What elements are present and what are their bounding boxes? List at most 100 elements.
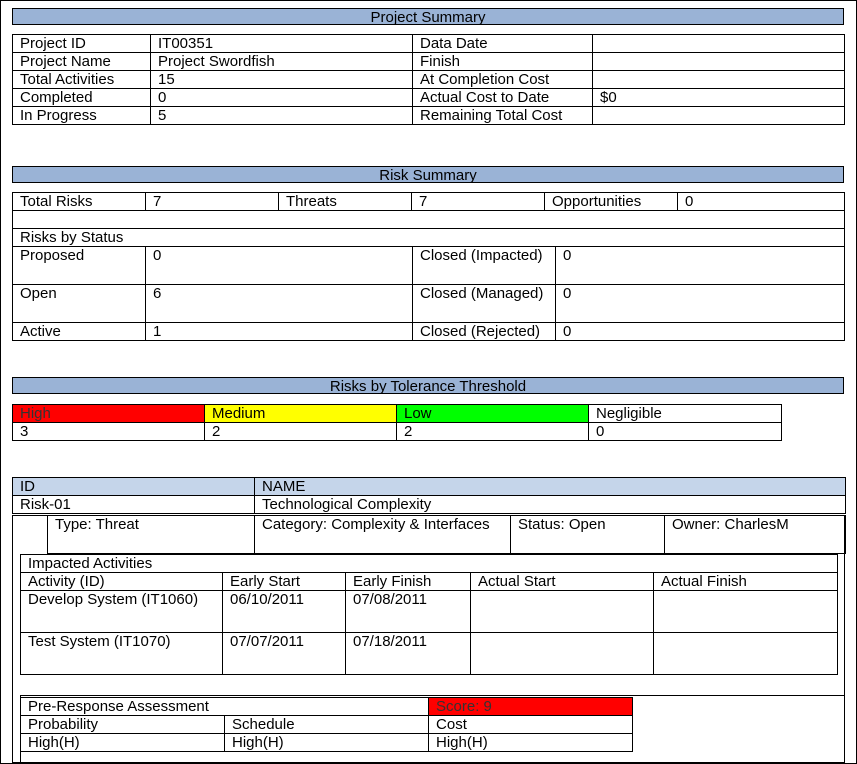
row-value xyxy=(592,70,845,89)
tolerance-medium-value: 2 xyxy=(204,422,397,441)
assessment-header: Schedule xyxy=(223,715,430,734)
activity-cell xyxy=(652,632,839,675)
risk-id: Risk-01 xyxy=(12,495,255,514)
row-value xyxy=(592,106,845,125)
report-page: Project Summary Project ID IT00351 Data … xyxy=(0,0,857,764)
activity-cell: 06/10/2011 xyxy=(222,590,346,633)
status-value: 6 xyxy=(145,284,413,323)
table-row: High(H) High(H) High(H) xyxy=(20,733,634,752)
tolerance-table: High Medium Low Negligible 3 2 2 0 xyxy=(12,404,782,441)
row-value: 15 xyxy=(150,70,413,89)
column-header: Activity (ID) xyxy=(20,572,223,591)
table-row: ID NAME xyxy=(12,477,846,496)
activity-cell: Develop System (IT1060) xyxy=(20,590,223,633)
risk-category: Category: Complexity & Interfaces xyxy=(254,515,511,554)
row-label: At Completion Cost xyxy=(412,70,593,89)
assessment-header: Probability xyxy=(20,715,225,734)
score-badge: Score: 9 xyxy=(428,697,634,716)
status-value: 0 xyxy=(145,246,413,285)
threats-value: 7 xyxy=(411,192,545,211)
id-column-header: ID xyxy=(12,477,255,496)
risks-by-status-label: Risks by Status xyxy=(12,228,845,247)
status-label: Closed (Impacted) xyxy=(412,246,556,285)
tolerance-low-label: Low xyxy=(396,404,589,423)
row-value: 5 xyxy=(150,106,413,125)
table-row xyxy=(12,210,845,229)
total-risks-value: 7 xyxy=(145,192,279,211)
impacted-activities-table: Impacted Activities Activity (ID) Early … xyxy=(19,554,839,675)
table-row: Project ID IT00351 Data Date xyxy=(12,34,845,53)
assessment-value: High(H) xyxy=(20,733,225,752)
table-row: Proposed 0 Closed (Impacted) 0 xyxy=(12,246,845,285)
activity-cell xyxy=(652,590,839,633)
row-label: Finish xyxy=(412,52,593,71)
opportunities-label: Opportunities xyxy=(544,192,678,211)
row-label: Total Activities xyxy=(12,70,151,89)
table-row: Project Name Project Swordfish Finish xyxy=(12,52,845,71)
tolerance-negligible-value: 0 xyxy=(588,422,782,441)
assessment-value: High(H) xyxy=(428,733,634,752)
table-row: Probability Schedule Cost xyxy=(20,715,634,734)
tolerance-medium-label: Medium xyxy=(204,404,397,423)
table-row: Open 6 Closed (Managed) 0 xyxy=(12,284,845,323)
opportunities-value: 0 xyxy=(677,192,845,211)
table-row: Total Risks 7 Threats 7 Opportunities 0 xyxy=(12,192,845,211)
table-row: In Progress 5 Remaining Total Cost xyxy=(12,106,845,125)
activity-cell: 07/07/2011 xyxy=(222,632,346,675)
row-value: Project Swordfish xyxy=(150,52,413,71)
status-value: 0 xyxy=(555,246,845,285)
table-row: Impacted Activities xyxy=(19,554,839,573)
pre-response-label: Pre-Response Assessment xyxy=(19,697,430,716)
status-value: 0 xyxy=(555,322,845,341)
table-row: Pre-Response Assessment Score: 9 xyxy=(19,697,634,716)
tolerance-header: Risks by Tolerance Threshold xyxy=(12,377,844,395)
table-row: Active 1 Closed (Rejected) 0 xyxy=(12,322,845,341)
column-header: Actual Finish xyxy=(652,572,839,591)
column-header: Early Start xyxy=(222,572,346,591)
impacted-activities-title: Impacted Activities xyxy=(19,554,839,573)
activity-cell: Test System (IT1070) xyxy=(20,632,223,675)
threats-label: Threats xyxy=(278,192,412,211)
row-value: 0 xyxy=(150,88,413,107)
row-label: Project Name xyxy=(12,52,151,71)
risk-id-table: ID NAME Risk-01 Technological Complexity xyxy=(12,477,846,514)
total-risks-label: Total Risks xyxy=(12,192,146,211)
table-row: Type: Threat Category: Complexity & Inte… xyxy=(47,515,846,554)
table-row: Develop System (IT1060) 06/10/2011 07/08… xyxy=(20,590,839,633)
risk-status-table: Risks by Status Proposed 0 Closed (Impac… xyxy=(12,210,845,341)
status-value: 0 xyxy=(555,284,845,323)
tolerance-low-value: 2 xyxy=(396,422,589,441)
risk-type: Type: Threat xyxy=(47,515,255,554)
activity-cell xyxy=(470,590,654,633)
spacer-row xyxy=(12,210,845,229)
assessment-value: High(H) xyxy=(223,733,430,752)
risk-attributes-table: Type: Threat Category: Complexity & Inte… xyxy=(47,515,846,554)
table-row: Activity (ID) Early Start Early Finish A… xyxy=(20,572,839,591)
tolerance-high-value: 3 xyxy=(12,422,205,441)
row-label: In Progress xyxy=(12,106,151,125)
risk-owner: Owner: CharlesM xyxy=(664,515,846,554)
table-row: Risks by Status xyxy=(12,228,845,247)
activity-cell: 07/18/2011 xyxy=(345,632,471,675)
risk-name: Technological Complexity xyxy=(254,495,846,514)
risk-status: Status: Open xyxy=(510,515,665,554)
name-column-header: NAME xyxy=(254,477,846,496)
row-label: Completed xyxy=(12,88,151,107)
tolerance-high-label: High xyxy=(12,404,205,423)
activity-cell xyxy=(470,632,654,675)
status-value: 1 xyxy=(145,322,413,341)
assessment-table: Pre-Response Assessment Score: 9 Probabi… xyxy=(19,697,634,752)
table-row: Test System (IT1070) 07/07/2011 07/18/20… xyxy=(20,632,839,675)
project-summary-header: Project Summary xyxy=(12,8,844,26)
table-row: High Medium Low Negligible xyxy=(12,404,782,423)
row-value: IT00351 xyxy=(150,34,413,53)
status-label: Proposed xyxy=(12,246,146,285)
row-label: Data Date xyxy=(412,34,593,53)
risk-summary-header: Risk Summary xyxy=(12,166,844,184)
table-row: Completed 0 Actual Cost to Date $0 xyxy=(12,88,845,107)
activity-cell: 07/08/2011 xyxy=(345,590,471,633)
project-summary-table: Project ID IT00351 Data Date Project Nam… xyxy=(12,34,845,125)
table-row: Total Activities 15 At Completion Cost xyxy=(12,70,845,89)
status-label: Closed (Rejected) xyxy=(412,322,556,341)
tolerance-negligible-label: Negligible xyxy=(588,404,782,423)
